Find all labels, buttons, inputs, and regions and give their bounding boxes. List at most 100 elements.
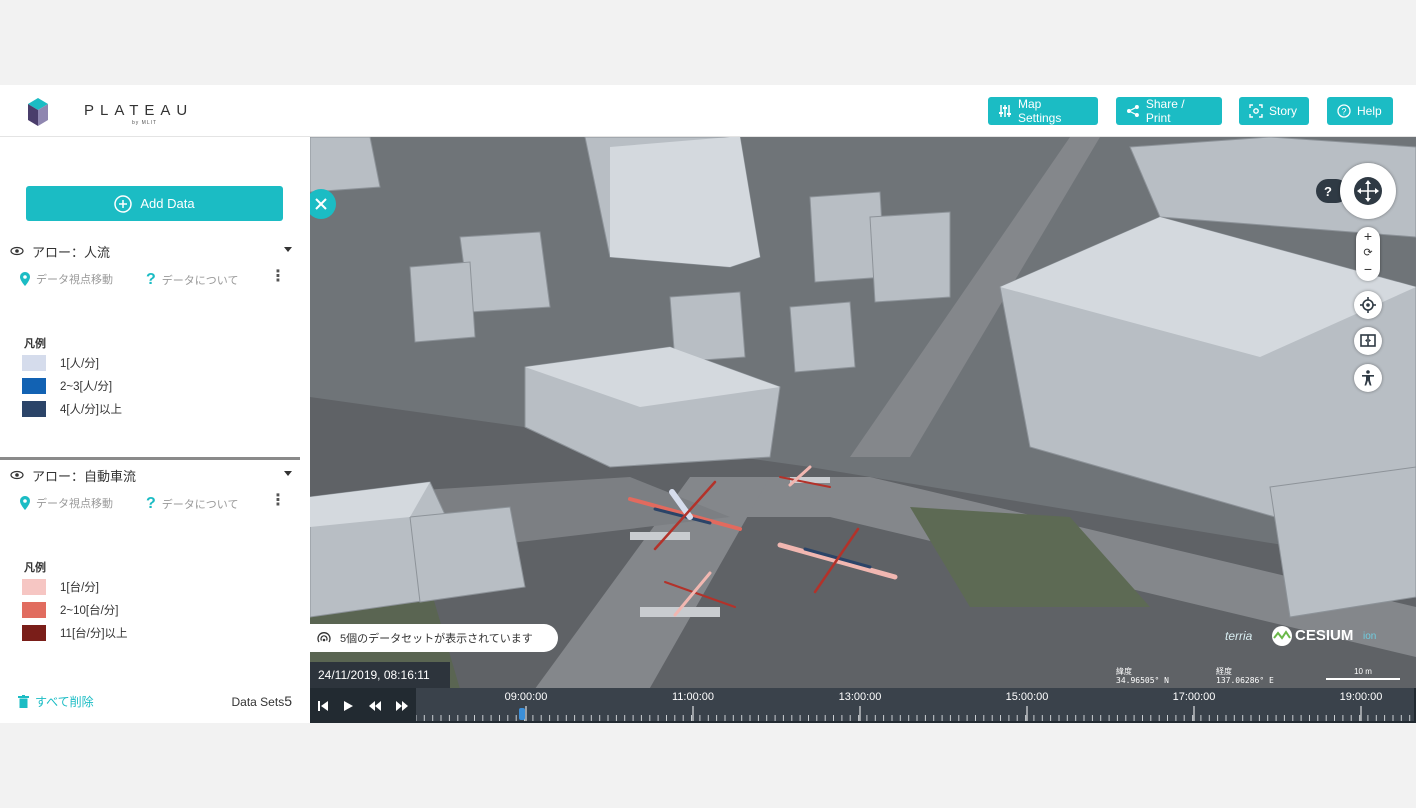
about-data-label: データについて <box>161 499 239 511</box>
split-screen-button[interactable] <box>1354 327 1382 355</box>
data-viewpoint-move-label: データ視点移動 <box>36 498 113 510</box>
dataset-count-label: Data Sets <box>231 695 285 709</box>
play-icon[interactable] <box>342 700 354 712</box>
legend-swatch <box>22 401 46 417</box>
layer-actions: データ視点移動 ? データについて ⋮ <box>20 493 290 513</box>
scale-bar <box>1326 678 1400 680</box>
clear-all-label: すべて削除 <box>35 695 94 709</box>
data-viewpoint-move-button[interactable]: データ視点移動 <box>20 271 113 287</box>
story-button[interactable]: Story <box>1239 97 1309 125</box>
help-button[interactable]: ? Help <box>1327 97 1393 125</box>
data-viewpoint-move-button[interactable]: データ視点移動 <box>20 495 113 511</box>
scale-label: 10 m <box>1354 667 1372 676</box>
legend-item: 2~3[人/分] <box>22 377 112 395</box>
my-location-button[interactable] <box>1354 291 1382 319</box>
legend-item: 11[台/分]以上 <box>22 624 128 642</box>
legend-label: 1[人/分] <box>60 358 99 370</box>
app-window: PLATEAU by MLIT Map Settings Share / Pri… <box>0 85 1416 723</box>
layer-header[interactable]: アロー：人流 <box>10 239 294 263</box>
layer-title: アロー：自動車流 <box>32 468 137 484</box>
cesium-ion-text: ion <box>1363 631 1377 642</box>
compass-center[interactable] <box>1354 177 1382 205</box>
logo-subtext: by MLIT <box>132 120 158 126</box>
timeline-ticks <box>416 706 1411 721</box>
about-data-button[interactable]: ? データについて <box>146 495 238 513</box>
move-arrows-icon <box>1357 180 1379 202</box>
plus-circle-icon <box>114 194 133 213</box>
dataset-count: Data Sets5 <box>232 693 293 709</box>
about-data-label: データについて <box>161 275 239 287</box>
map-pin-icon <box>20 496 30 510</box>
cesium-logo-icon <box>1272 626 1292 646</box>
close-icon <box>315 198 327 210</box>
timeline-tick-label: 19:00:00 <box>1339 691 1383 703</box>
longitude-value: 137.06286° E <box>1216 676 1274 685</box>
split-view-icon <box>1360 334 1376 347</box>
clear-all-button[interactable]: すべて削除 <box>18 693 94 710</box>
map-settings-label: Map Settings <box>1018 97 1062 125</box>
more-vertical-icon[interactable]: ⋮ <box>270 269 286 285</box>
compass-control[interactable] <box>1340 163 1396 219</box>
story-icon <box>1249 104 1263 118</box>
eye-icon[interactable] <box>10 470 24 480</box>
sliders-icon <box>999 105 1011 117</box>
help-circle-icon: ? <box>1337 104 1351 118</box>
add-data-label: Add Data <box>140 196 195 211</box>
crosshair-icon <box>1360 297 1376 313</box>
longitude-label: 経度 <box>1216 667 1232 676</box>
chevron-down-icon[interactable] <box>284 471 292 476</box>
legend-title: 凡例 <box>24 338 46 350</box>
latitude: 緯度 34.96505° N <box>1116 667 1186 685</box>
layer-divider <box>0 457 300 460</box>
about-data-button[interactable]: ? データについて <box>146 271 238 289</box>
distance-scale: 10 m <box>1326 667 1400 680</box>
timeline-bar: 09:00:00 11:00:00 13:00:00 15:00:00 17:0… <box>310 688 1416 723</box>
legend-item: 4[人/分]以上 <box>22 400 122 418</box>
dataset-status-text: 5個のデータセットが表示されています <box>340 633 533 645</box>
skip-to-start-icon[interactable] <box>317 700 329 712</box>
question-icon: ? <box>1324 183 1332 199</box>
accessibility-button[interactable] <box>1354 364 1382 392</box>
longitude: 経度 137.06286° E <box>1216 667 1296 685</box>
layer-header[interactable]: アロー：自動車流 <box>10 463 294 487</box>
timeline-track[interactable]: 09:00:00 11:00:00 13:00:00 15:00:00 17:0… <box>416 688 1414 721</box>
accessibility-icon <box>1362 370 1374 386</box>
chevron-down-icon[interactable] <box>284 247 292 252</box>
legend-item: 2~10[台/分] <box>22 601 119 619</box>
legend-swatch <box>22 579 46 595</box>
sidebar-footer: すべて削除 Data Sets5 <box>0 688 310 716</box>
timeline-controls <box>310 688 416 723</box>
cesium-logo-text: CESIUM <box>1295 627 1354 644</box>
legend-swatch <box>22 378 46 394</box>
legend-item: 1[人/分] <box>22 354 99 372</box>
layer-car-flow: アロー：自動車流 データ視点移動 ? データについて ⋮ 凡例 1[台/分] 2… <box>0 463 300 673</box>
legend-label: 11[台/分]以上 <box>60 628 128 640</box>
legend-swatch <box>22 355 46 371</box>
legend-swatch <box>22 625 46 641</box>
add-data-button[interactable]: Add Data <box>26 186 283 221</box>
eye-icon[interactable] <box>10 246 24 256</box>
svg-text:?: ? <box>1341 107 1346 117</box>
more-vertical-icon[interactable]: ⋮ <box>270 493 286 509</box>
map-3d-view[interactable]: ? + ⟳ − 5個のデータセットが表示されています 24/11/2019, 0… <box>310 137 1416 723</box>
map-pin-icon <box>20 272 30 286</box>
signal-icon <box>317 632 331 643</box>
logo-text: PLATEAU <box>84 102 194 119</box>
help-label: Help <box>1357 104 1382 118</box>
plateau-logo[interactable]: PLATEAU by MLIT <box>26 96 187 128</box>
zoom-in-button[interactable]: + <box>1356 227 1380 245</box>
rewind-icon[interactable] <box>368 700 382 712</box>
fast-forward-icon[interactable] <box>395 700 409 712</box>
latitude-value: 34.96505° N <box>1116 676 1169 685</box>
timeline-tick-label: 11:00:00 <box>671 691 715 703</box>
map-settings-button[interactable]: Map Settings <box>988 97 1098 125</box>
timeline-cursor[interactable] <box>519 708 525 720</box>
sidebar: Add Data アロー：人流 データ視点移動 ? データについて ⋮ 凡例 1… <box>0 137 310 723</box>
share-print-button[interactable]: Share / Print <box>1116 97 1222 125</box>
zoom-out-button[interactable]: − <box>1356 261 1380 279</box>
share-print-label: Share / Print <box>1145 97 1185 125</box>
zoom-reset-button[interactable]: ⟳ <box>1356 245 1380 261</box>
dataset-status-badge: 5個のデータセットが表示されています <box>310 624 558 652</box>
legend-item: 1[台/分] <box>22 578 99 596</box>
layer-people-flow: アロー：人流 データ視点移動 ? データについて ⋮ 凡例 1[人/分] 2~3… <box>0 239 300 449</box>
